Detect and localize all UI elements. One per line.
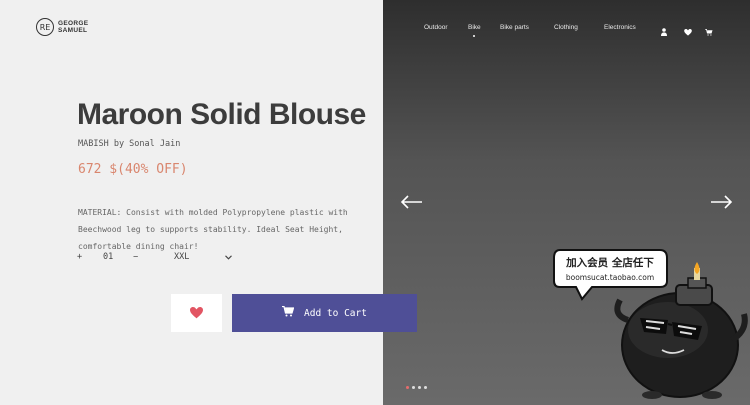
add-to-cart-label: Add to Cart	[304, 307, 367, 319]
product-brand: MABISH by Sonal Jain	[78, 139, 181, 149]
size-select[interactable]: XXL	[174, 252, 189, 262]
cart-icon[interactable]	[705, 23, 713, 41]
carousel-dot-4[interactable]	[424, 386, 427, 389]
nav-item-outdoor[interactable]: Outdoor	[424, 24, 448, 31]
nav-item-electronics[interactable]: Electronics	[604, 24, 636, 31]
chevron-down-icon[interactable]	[225, 253, 232, 263]
nav-item-bike-label: Bike	[468, 24, 481, 31]
nav-item-bike[interactable]: Bike	[468, 24, 481, 37]
product-panel: RE GEORGE SAMUEL Maroon Solid Blouse MAB…	[0, 0, 383, 405]
hero-carousel: 加入会员 全店任下 boomsucat.taobao.com	[383, 0, 750, 405]
promo-text-line1: 加入会员 全店任下	[565, 256, 654, 269]
nav-item-bike-parts[interactable]: Bike parts	[500, 24, 529, 31]
promo-character: 加入会员 全店任下 boomsucat.taobao.com	[553, 249, 748, 399]
carousel-dots	[406, 386, 427, 389]
product-price: 672 $(40% OFF)	[78, 162, 188, 177]
wishlist-button[interactable]	[171, 294, 222, 332]
product-description: MATERIAL: Consist with molded Polypropyl…	[78, 208, 348, 251]
product-title: Maroon Solid Blouse	[77, 98, 366, 131]
next-slide-arrow[interactable]	[709, 194, 733, 214]
carousel-dot-1[interactable]	[406, 386, 409, 389]
heart-icon[interactable]	[684, 23, 692, 41]
prev-slide-arrow[interactable]	[400, 194, 424, 214]
qty-increase-button[interactable]: +	[77, 252, 82, 262]
add-to-cart-button[interactable]: Add to Cart	[232, 294, 417, 332]
main-nav: Outdoor Bike Bike parts Clothing Electro…	[0, 24, 750, 37]
user-icon[interactable]	[661, 23, 667, 41]
promo-text-line2: boomsucat.taobao.com	[566, 273, 654, 282]
heart-icon	[190, 304, 203, 323]
qty-value: 01	[103, 252, 114, 262]
cart-icon	[282, 305, 295, 320]
qty-decrease-button[interactable]: −	[133, 252, 138, 262]
carousel-dot-2[interactable]	[412, 386, 415, 389]
nav-item-clothing[interactable]: Clothing	[554, 24, 578, 31]
carousel-dot-3[interactable]	[418, 386, 421, 389]
